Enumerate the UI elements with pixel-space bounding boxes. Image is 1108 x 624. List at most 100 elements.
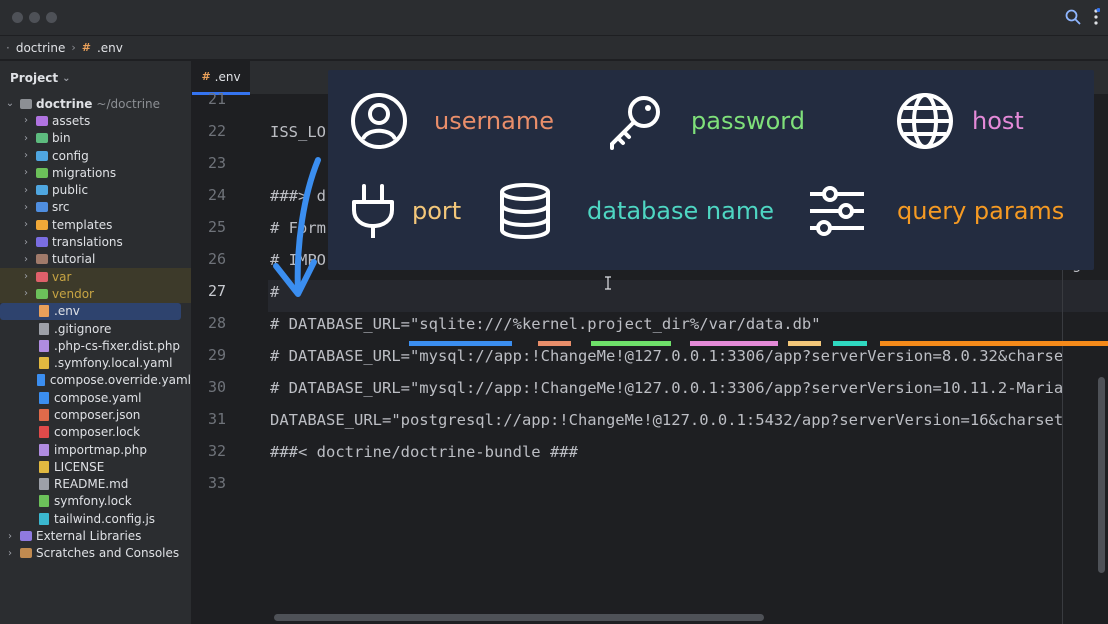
more-options-icon[interactable] <box>1092 8 1100 26</box>
tree-folder[interactable]: › tutorial <box>0 251 191 268</box>
code-line[interactable]: DATABASE_URL="postgresql://app:!ChangeMe… <box>270 411 1108 429</box>
file-icon <box>39 305 49 318</box>
minimize-window-button[interactable] <box>29 12 40 23</box>
legend-query-params-label: query params <box>897 197 1065 225</box>
tree-folder[interactable]: › translations <box>0 233 191 250</box>
folder-icon <box>36 254 48 265</box>
code-line[interactable]: # DATABASE_URL="mysql://app:!ChangeMe!@1… <box>270 379 1108 397</box>
file-icon <box>39 426 49 439</box>
tree-file[interactable]: tailwind.config.js <box>0 510 191 527</box>
tree-folder[interactable]: › src <box>0 199 191 216</box>
folder-icon <box>36 167 48 178</box>
code-line[interactable]: # <box>270 283 1108 301</box>
chevron-right-icon[interactable]: › <box>20 254 32 265</box>
tree-file[interactable]: composer.lock <box>0 424 191 441</box>
underline-scheme <box>409 341 512 346</box>
tree-file[interactable]: .env <box>0 302 181 320</box>
chevron-right-icon[interactable]: › <box>4 531 16 542</box>
tree-file[interactable]: importmap.php <box>0 441 191 458</box>
dsn-legend-overlay: username password host port database nam… <box>328 70 1094 270</box>
chevron-right-icon[interactable]: › <box>20 185 32 196</box>
breadcrumb-dot: · <box>6 40 10 55</box>
tree-file[interactable]: README.md <box>0 476 191 493</box>
horizontal-scrollbar[interactable] <box>274 614 764 621</box>
folder-icon <box>36 271 48 282</box>
chevron-right-icon[interactable]: › <box>20 219 32 230</box>
tree-file[interactable]: compose.override.yaml <box>0 372 191 389</box>
legend-password-label: password <box>691 107 805 135</box>
line-number: 26 <box>207 250 226 268</box>
project-view-header[interactable]: Project ⌄ <box>0 61 191 95</box>
tree-file[interactable]: symfony.lock <box>0 493 191 510</box>
chevron-right-icon[interactable]: › <box>20 133 32 144</box>
line-number: 27 <box>207 282 226 300</box>
chevron-right-icon[interactable]: › <box>20 237 32 248</box>
tree-folder[interactable]: › config <box>0 147 191 164</box>
chevron-right-icon[interactable]: › <box>20 202 32 213</box>
tree-item-label: templates <box>52 217 113 232</box>
tree-folder[interactable]: › templates <box>0 216 191 233</box>
project-sidebar: Project ⌄ ⌄ doctrine ~/doctrine › assets ›… <box>0 61 192 624</box>
maximize-window-button[interactable] <box>46 12 57 23</box>
line-number: 24 <box>207 186 226 204</box>
tree-item-label: .gitignore <box>54 321 112 336</box>
arrow-annotation-icon <box>273 157 321 297</box>
globe-icon <box>897 93 953 149</box>
chevron-right-icon[interactable]: › <box>20 115 32 126</box>
chevron-right-icon[interactable]: › <box>20 288 32 299</box>
tree-extra-item[interactable]: › External Libraries <box>0 527 191 544</box>
chevron-right-icon[interactable]: › <box>20 271 32 282</box>
tree-folder[interactable]: › public <box>0 181 191 198</box>
tree-folder[interactable]: › vendor <box>0 285 191 303</box>
tree-item-label: composer.lock <box>54 425 141 440</box>
tree-root[interactable]: ⌄ doctrine ~/doctrine <box>0 95 191 112</box>
legend-database-name: database name <box>498 182 774 240</box>
chevron-right-icon: › <box>71 41 76 54</box>
tree-extra-item[interactable]: › Scratches and Consoles <box>0 545 191 562</box>
tree-file[interactable]: .gitignore <box>0 320 191 337</box>
line-number: 30 <box>207 378 226 396</box>
tree-item-label: tutorial <box>52 252 96 267</box>
breadcrumb-item-project[interactable]: doctrine <box>16 41 66 55</box>
folder-icon <box>36 237 48 248</box>
tree-item-label: translations <box>52 235 123 250</box>
chevron-right-icon[interactable]: › <box>20 167 32 178</box>
legend-host-label: host <box>972 107 1024 135</box>
tree-folder[interactable]: › migrations <box>0 164 191 181</box>
line-gutter: 21 22 23 24 25 26 27 28 29 30 31 32 33 <box>192 90 268 624</box>
folder-icon <box>36 185 48 196</box>
tree-file[interactable]: LICENSE <box>0 458 191 475</box>
tree-item-label: .php-cs-fixer.dist.php <box>54 338 181 353</box>
sliders-icon <box>810 186 864 236</box>
underline-password <box>591 341 671 346</box>
legend-port: port <box>350 182 461 240</box>
tree-item-label: README.md <box>54 477 129 492</box>
line-number: 28 <box>207 314 226 332</box>
legend-query-params: query params <box>808 182 1064 240</box>
code-line[interactable]: # DATABASE_URL="mysql://app:!ChangeMe!@1… <box>270 347 1108 365</box>
vertical-scrollbar[interactable] <box>1098 377 1105 573</box>
search-icon[interactable] <box>1064 8 1082 26</box>
tree-item-label: compose.yaml <box>54 390 142 405</box>
breadcrumb-item-file[interactable]: .env <box>97 41 123 55</box>
chevron-right-icon[interactable]: › <box>4 548 16 559</box>
tree-item-label: public <box>52 183 89 198</box>
code-line[interactable]: # DATABASE_URL="sqlite:///%kernel.projec… <box>270 315 1108 333</box>
breadcrumb: · doctrine › # .env <box>0 36 1108 60</box>
line-number: 32 <box>207 442 226 460</box>
file-icon <box>39 357 49 370</box>
close-window-button[interactable] <box>12 12 23 23</box>
tree-extra-label: External Libraries <box>36 529 142 544</box>
code-line[interactable]: ###< doctrine/doctrine-bundle ### <box>270 443 1108 461</box>
tree-folder[interactable]: › var <box>0 267 191 286</box>
tree-file[interactable]: .symfony.local.yaml <box>0 354 191 371</box>
chevron-down-icon[interactable]: ⌄ <box>4 98 16 109</box>
tree-file[interactable]: composer.json <box>0 406 191 423</box>
tree-item-label: config <box>52 148 89 163</box>
tree-folder[interactable]: › assets <box>0 112 191 129</box>
chevron-right-icon[interactable]: › <box>20 150 32 161</box>
tree-folder[interactable]: › bin <box>0 130 191 147</box>
tree-file[interactable]: .php-cs-fixer.dist.php <box>0 337 191 354</box>
tree-file[interactable]: compose.yaml <box>0 389 191 406</box>
underline-port <box>788 341 821 346</box>
